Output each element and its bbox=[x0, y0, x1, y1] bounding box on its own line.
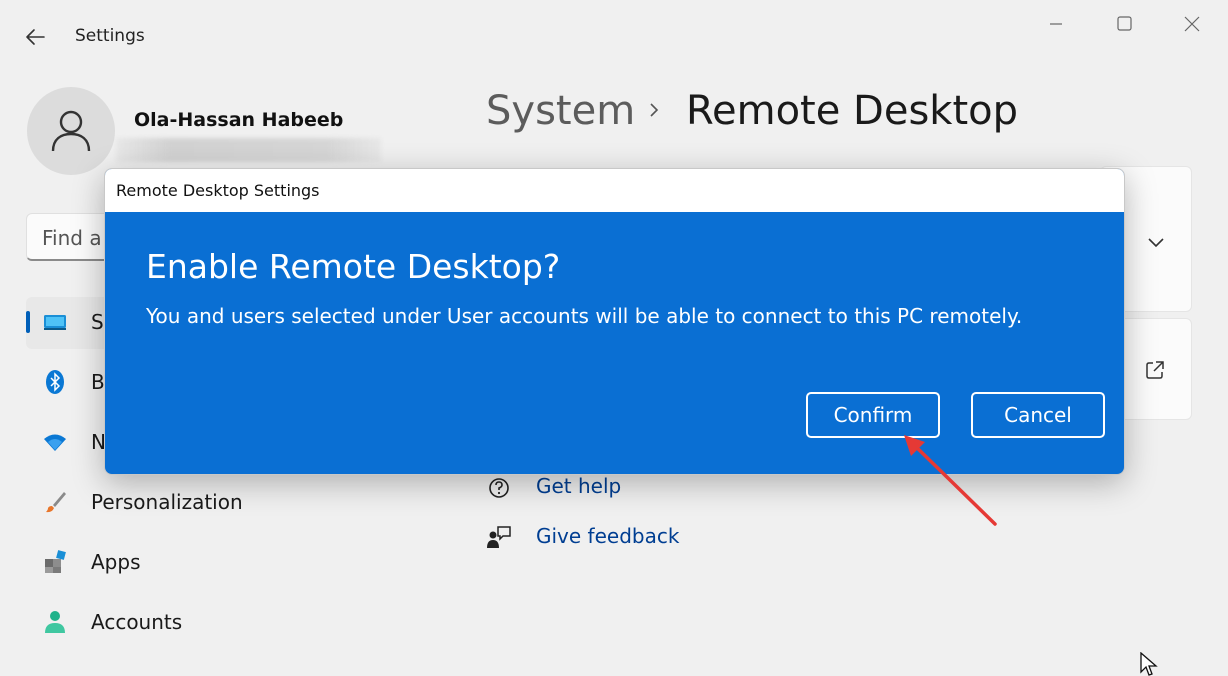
apps-icon bbox=[45, 550, 66, 573]
selection-indicator bbox=[26, 311, 30, 333]
bluetooth-icon bbox=[46, 370, 64, 394]
app-title: Settings bbox=[75, 26, 145, 46]
chevron-down-icon[interactable] bbox=[1145, 231, 1167, 253]
back-arrow-icon[interactable] bbox=[22, 24, 48, 50]
sidebar-item-personalization[interactable]: Personalization bbox=[26, 477, 426, 529]
paintbrush-icon bbox=[46, 492, 66, 513]
get-help-label[interactable]: Get help bbox=[536, 474, 621, 498]
minimize-icon[interactable] bbox=[1044, 12, 1068, 36]
sidebar-item-label: Apps bbox=[91, 550, 141, 574]
external-link-icon[interactable] bbox=[1144, 359, 1166, 381]
breadcrumb: System Remote Desktop bbox=[486, 88, 1018, 134]
sidebar-item-system[interactable]: Sy bbox=[26, 297, 116, 349]
remote-desktop-dialog: Remote Desktop Settings Enable Remote De… bbox=[104, 168, 1125, 475]
maximize-icon[interactable] bbox=[1112, 12, 1136, 36]
annotation-arrow-icon bbox=[904, 435, 997, 526]
person-icon bbox=[51, 110, 91, 152]
monitor-icon bbox=[44, 315, 66, 330]
avatar[interactable] bbox=[27, 87, 115, 175]
give-feedback-label[interactable]: Give feedback bbox=[536, 524, 679, 548]
account-icon bbox=[45, 611, 65, 633]
sidebar-item-label: Accounts bbox=[91, 610, 183, 634]
dialog-heading: Enable Remote Desktop? bbox=[146, 247, 561, 286]
dialog-title-bar: Remote Desktop Settings bbox=[105, 169, 1124, 212]
breadcrumb-parent[interactable]: System bbox=[486, 88, 635, 134]
dialog-message: You and users selected under User accoun… bbox=[146, 304, 1023, 328]
feedback-icon bbox=[487, 526, 511, 548]
close-icon[interactable] bbox=[1180, 12, 1204, 36]
user-name: Ola-Hassan Habeeb bbox=[134, 109, 344, 131]
search-placeholder: Find a bbox=[42, 226, 102, 250]
sidebar-item-accounts[interactable]: Accounts bbox=[26, 597, 426, 649]
sidebar-item-apps[interactable]: Apps bbox=[26, 537, 426, 589]
user-email-redacted bbox=[116, 138, 381, 162]
chevron-right-icon bbox=[650, 103, 659, 117]
dialog-window-title: Remote Desktop Settings bbox=[116, 181, 320, 200]
sidebar-item-label: Personalization bbox=[91, 490, 243, 514]
help-chat-icon bbox=[489, 478, 509, 498]
mouse-cursor-icon bbox=[1140, 652, 1158, 676]
wifi-icon bbox=[44, 434, 66, 451]
sidebar-item-label: B bbox=[91, 370, 105, 394]
title-bar: Settings bbox=[0, 0, 1228, 70]
page-title: Remote Desktop bbox=[686, 88, 1019, 134]
